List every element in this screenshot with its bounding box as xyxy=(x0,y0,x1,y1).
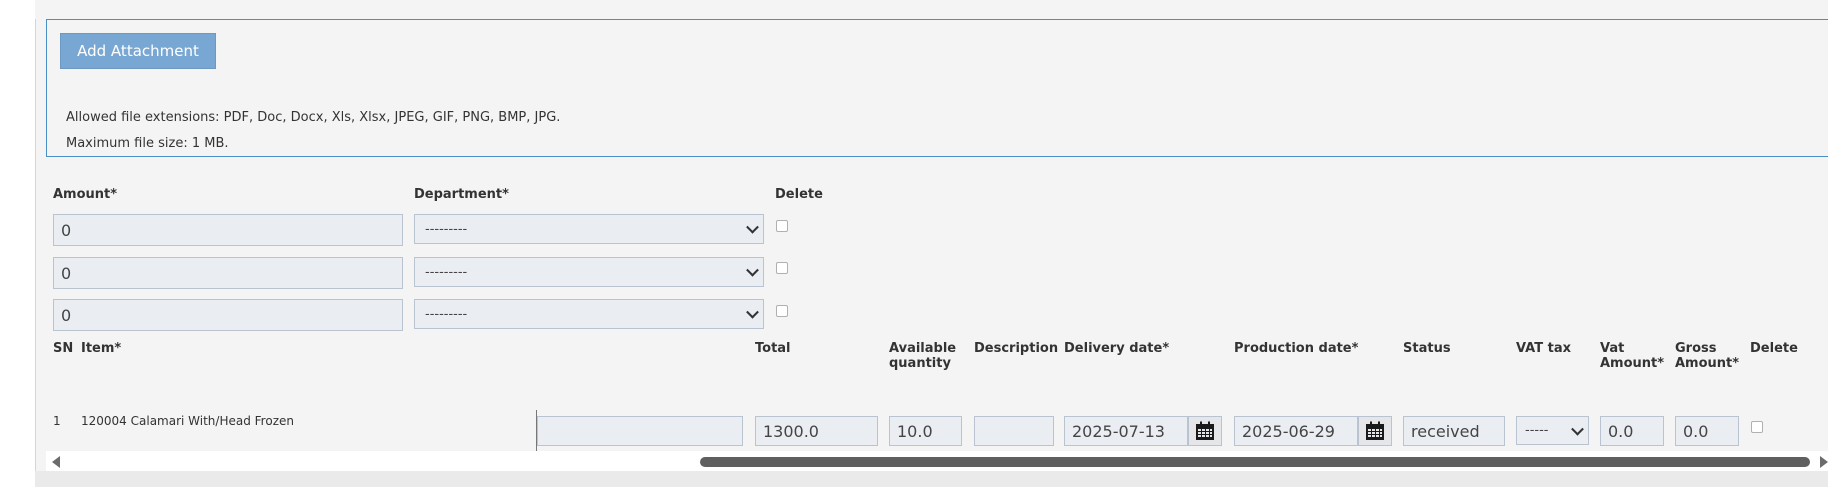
department-select[interactable]: --------- xyxy=(414,299,764,329)
description-header: Description xyxy=(974,341,1059,356)
available-quantity-header: Available quantity xyxy=(889,341,956,371)
left-sidebar-strip xyxy=(0,0,36,487)
scroll-left-arrow-icon[interactable] xyxy=(52,456,60,468)
description-input[interactable] xyxy=(974,416,1054,446)
amount-input[interactable]: 0 xyxy=(53,299,403,331)
vat-tax-header: VAT tax xyxy=(1516,341,1571,356)
gross-amount-header-line2: Amount* xyxy=(1675,356,1740,371)
department-header: Department* xyxy=(414,187,509,202)
amount-header: Amount* xyxy=(53,187,118,202)
delete-header: Delete xyxy=(775,187,823,202)
item-extra-input[interactable] xyxy=(537,416,743,446)
delete-checkbox[interactable] xyxy=(776,305,788,317)
sn-header: SN xyxy=(53,341,74,356)
amount-input[interactable]: 0 xyxy=(53,214,403,246)
vat-tax-select[interactable]: ----- xyxy=(1516,416,1589,445)
amount-input[interactable]: 0 xyxy=(53,257,403,289)
chevron-down-icon xyxy=(746,263,759,277)
department-select-value: --------- xyxy=(425,306,468,322)
allowed-extensions-hint: Allowed file extensions: PDF, Doc, Docx,… xyxy=(66,110,561,125)
item-delete-header: Delete xyxy=(1750,341,1798,356)
department-select[interactable]: --------- xyxy=(414,214,764,244)
gross-amount-header-line1: Gross xyxy=(1675,341,1717,356)
delete-checkbox[interactable] xyxy=(776,220,788,232)
attachment-panel xyxy=(46,19,1828,157)
available-quantity-input[interactable]: 10.0 xyxy=(889,416,962,446)
department-select[interactable]: --------- xyxy=(414,257,764,287)
vat-amount-header: Vat Amount* xyxy=(1600,341,1664,371)
available-quantity-header-line2: quantity xyxy=(889,356,951,371)
calendar-icon xyxy=(1196,421,1214,440)
chevron-down-icon xyxy=(1571,422,1584,436)
scrollbar-thumb[interactable] xyxy=(700,457,1810,467)
total-input[interactable]: 1300.0 xyxy=(755,416,878,446)
calendar-icon xyxy=(1366,421,1384,440)
vat-amount-input[interactable]: 0.0 xyxy=(1600,416,1664,446)
delivery-date-input[interactable]: 2025-07-13 xyxy=(1064,416,1188,446)
total-header: Total xyxy=(755,341,791,356)
available-quantity-header-line1: Available xyxy=(889,341,957,356)
item-header: Item* xyxy=(81,341,122,356)
gross-amount-header: Gross Amount* xyxy=(1675,341,1739,371)
vat-amount-header-line1: Vat xyxy=(1600,341,1625,356)
gross-amount-input[interactable]: 0.0 xyxy=(1675,416,1739,446)
delivery-date-header: Delivery date* xyxy=(1064,341,1170,356)
production-date-header: Production date* xyxy=(1234,341,1359,356)
row-sn: 1 xyxy=(53,414,61,428)
delivery-date-calendar-button[interactable] xyxy=(1188,416,1222,446)
production-date-calendar-button[interactable] xyxy=(1358,416,1392,446)
item-delete-checkbox[interactable] xyxy=(1751,421,1763,433)
vat-amount-header-line2: Amount* xyxy=(1600,356,1665,371)
bottom-area xyxy=(35,471,1828,487)
top-area xyxy=(35,0,1828,19)
add-attachment-button[interactable]: Add Attachment xyxy=(60,33,216,69)
status-input[interactable]: received xyxy=(1403,416,1505,446)
vat-tax-select-value: ----- xyxy=(1525,423,1549,438)
chevron-down-icon xyxy=(746,220,759,234)
chevron-down-icon xyxy=(746,305,759,319)
delete-checkbox[interactable] xyxy=(776,262,788,274)
department-select-value: --------- xyxy=(425,221,468,237)
status-header: Status xyxy=(1403,341,1451,356)
production-date-input[interactable]: 2025-06-29 xyxy=(1234,416,1358,446)
scroll-right-arrow-icon[interactable] xyxy=(1820,456,1828,468)
row-item-name: 120004 Calamari With/Head Frozen xyxy=(81,414,294,428)
max-file-size-hint: Maximum file size: 1 MB. xyxy=(66,136,229,151)
department-select-value: --------- xyxy=(425,264,468,280)
